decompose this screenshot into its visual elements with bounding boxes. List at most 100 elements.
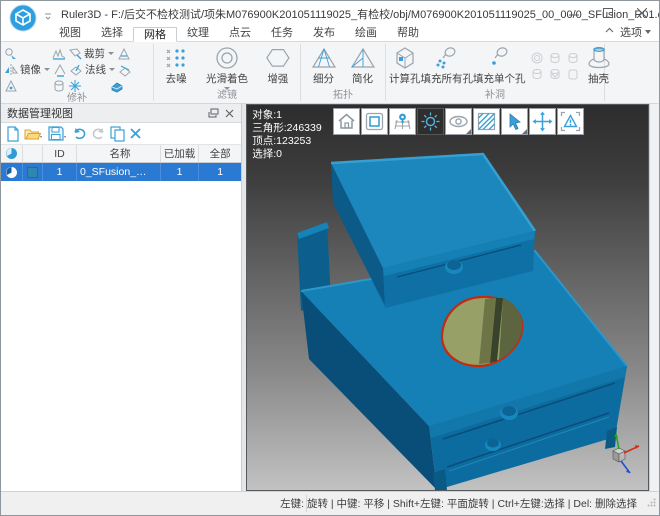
app-window: Ruler3D - F:/后交不检校测试/项朱M076900K201051119…	[0, 0, 660, 516]
minimize-button[interactable]	[557, 1, 591, 25]
tab-task[interactable]: 任务	[261, 26, 303, 41]
hole-tool-icon[interactable]	[548, 68, 564, 82]
defeature-icon[interactable]	[117, 47, 131, 61]
open-file-button[interactable]	[24, 125, 44, 143]
options-label: 选项	[620, 24, 642, 40]
repair-group-label: 修补	[4, 93, 150, 105]
fit-view-button[interactable]	[361, 108, 388, 135]
tab-help[interactable]: 帮助	[387, 26, 429, 41]
pan-move-button[interactable]	[529, 108, 556, 135]
subdivide-button[interactable]: 细分	[304, 44, 343, 86]
viewpoint-button[interactable]	[389, 108, 416, 135]
hole-tool-icon[interactable]	[566, 52, 582, 66]
crop-label[interactable]: 裁剪	[84, 46, 105, 61]
save-button[interactable]	[48, 125, 68, 143]
viewport-3d[interactable]: 对象:1 三角形:246339 顶点:123253 选择:0	[246, 104, 649, 491]
close-panel-icon[interactable]	[221, 106, 237, 121]
quick-access-chevron-icon[interactable]	[43, 9, 53, 19]
tab-texture[interactable]: 纹理	[177, 26, 219, 41]
info-vertices: 顶点:123253	[252, 135, 321, 148]
mirror-dropdown-icon[interactable]	[44, 68, 50, 71]
shell-button[interactable]: 抽壳	[586, 44, 612, 86]
visibility-mode-button[interactable]	[445, 108, 472, 135]
table-row[interactable]: 1 0_SFusion_… 1 1	[1, 163, 241, 181]
hole-tool-icon[interactable]	[530, 52, 546, 66]
tab-paint[interactable]: 绘画	[345, 26, 387, 41]
window-frame-strip	[649, 104, 659, 491]
redo-button[interactable]	[91, 125, 106, 143]
simplify-label: 简化	[352, 71, 373, 86]
cylinder-fit-icon[interactable]	[52, 79, 66, 93]
options-menu[interactable]: 选项	[620, 24, 651, 40]
shell-label: 抽壳	[588, 71, 609, 86]
enhance-label: 增强	[267, 71, 288, 86]
filter-group-label: 滤镜	[157, 90, 297, 103]
smooth-shading-label: 光滑着色	[206, 71, 248, 86]
tab-pointcloud[interactable]: 点云	[219, 26, 261, 41]
total-column-header[interactable]: 全部	[199, 145, 241, 162]
normals-dropdown-icon[interactable]	[109, 68, 115, 71]
enhance-button[interactable]: 增强	[259, 44, 297, 86]
crop-dropdown-icon[interactable]	[108, 52, 114, 55]
float-panel-icon[interactable]	[205, 106, 221, 121]
lasso-crop-icon[interactable]	[68, 47, 82, 61]
model-nightstand[interactable]	[247, 105, 649, 490]
hole-tool-icon[interactable]	[548, 52, 564, 66]
data-panel-title: 数据管理视图	[7, 105, 205, 121]
light-toggle-button[interactable]	[417, 108, 444, 135]
holes-group-label: 补洞	[389, 90, 601, 103]
row-visibility-icon[interactable]	[1, 163, 23, 181]
row-color-swatch[interactable]	[23, 163, 43, 181]
id-column-header[interactable]: ID	[43, 145, 77, 162]
maximize-button[interactable]	[591, 1, 625, 25]
viewport-toolbar	[333, 108, 584, 135]
mirror-icon[interactable]	[4, 63, 18, 77]
topology-group-label: 拓扑	[304, 90, 382, 103]
visibility-column-header[interactable]	[1, 145, 23, 162]
ribbon-group-topology: 细分 简化 拓扑	[301, 42, 385, 103]
flip-icon[interactable]	[53, 63, 67, 77]
delete-button[interactable]	[129, 125, 142, 143]
snowflake-icon[interactable]	[68, 79, 82, 93]
spikes-remove-icon[interactable]	[52, 47, 66, 61]
row-name: 0_SFusion_…	[77, 163, 161, 181]
mirror-label[interactable]: 镜像	[20, 62, 41, 77]
tab-mesh[interactable]: 网格	[133, 27, 177, 42]
tab-view[interactable]: 视图	[49, 26, 91, 41]
denoise-button[interactable]: 去噪	[157, 44, 195, 86]
flyout-corner-icon	[522, 129, 527, 134]
undo-button[interactable]	[72, 125, 87, 143]
hole-tool-icon[interactable]	[530, 68, 546, 82]
plane-cut-icon[interactable]	[118, 63, 132, 77]
simplify-button[interactable]: 简化	[343, 44, 382, 86]
hole-tool-icon[interactable]	[566, 68, 582, 82]
row-total: 1	[199, 163, 241, 181]
loaded-column-header[interactable]: 已加载	[161, 145, 199, 162]
collapse-ribbon-icon[interactable]	[604, 26, 615, 38]
select-cursor-button[interactable]	[501, 108, 528, 135]
normals-label[interactable]: 法线	[85, 62, 106, 77]
home-view-button[interactable]	[333, 108, 360, 135]
fill-single-hole-button[interactable]: 填充单个孔	[473, 44, 526, 86]
menu-bar: 视图 选择 网格 纹理 点云 任务 发布 绘画 帮助 选项	[1, 27, 659, 42]
info-selection: 选择:0	[252, 148, 321, 161]
selection-warning-button[interactable]	[557, 108, 584, 135]
name-column-header[interactable]: 名称	[77, 145, 161, 162]
color-column-header[interactable]	[23, 145, 43, 162]
select-brush-icon[interactable]	[4, 47, 18, 61]
tab-publish[interactable]: 发布	[303, 26, 345, 41]
smooth-shading-button[interactable]: 光滑着色	[195, 44, 258, 90]
normals-plane-icon[interactable]	[69, 63, 83, 77]
copy-button[interactable]	[110, 125, 125, 143]
tab-select[interactable]: 选择	[91, 26, 133, 41]
fill-all-holes-label: 填充所有孔	[421, 71, 474, 86]
triangle-tool-icon[interactable]	[4, 79, 18, 93]
app-logo-icon[interactable]	[9, 4, 37, 32]
close-button[interactable]	[625, 1, 659, 25]
resize-grip[interactable]	[647, 494, 656, 512]
compute-holes-button[interactable]: 计算孔	[389, 44, 421, 86]
wireframe-mode-button[interactable]	[473, 108, 500, 135]
fill-all-holes-button[interactable]: 填充所有孔	[421, 44, 474, 86]
new-file-button[interactable]	[6, 125, 20, 143]
bucket-repair-icon[interactable]	[110, 79, 124, 93]
